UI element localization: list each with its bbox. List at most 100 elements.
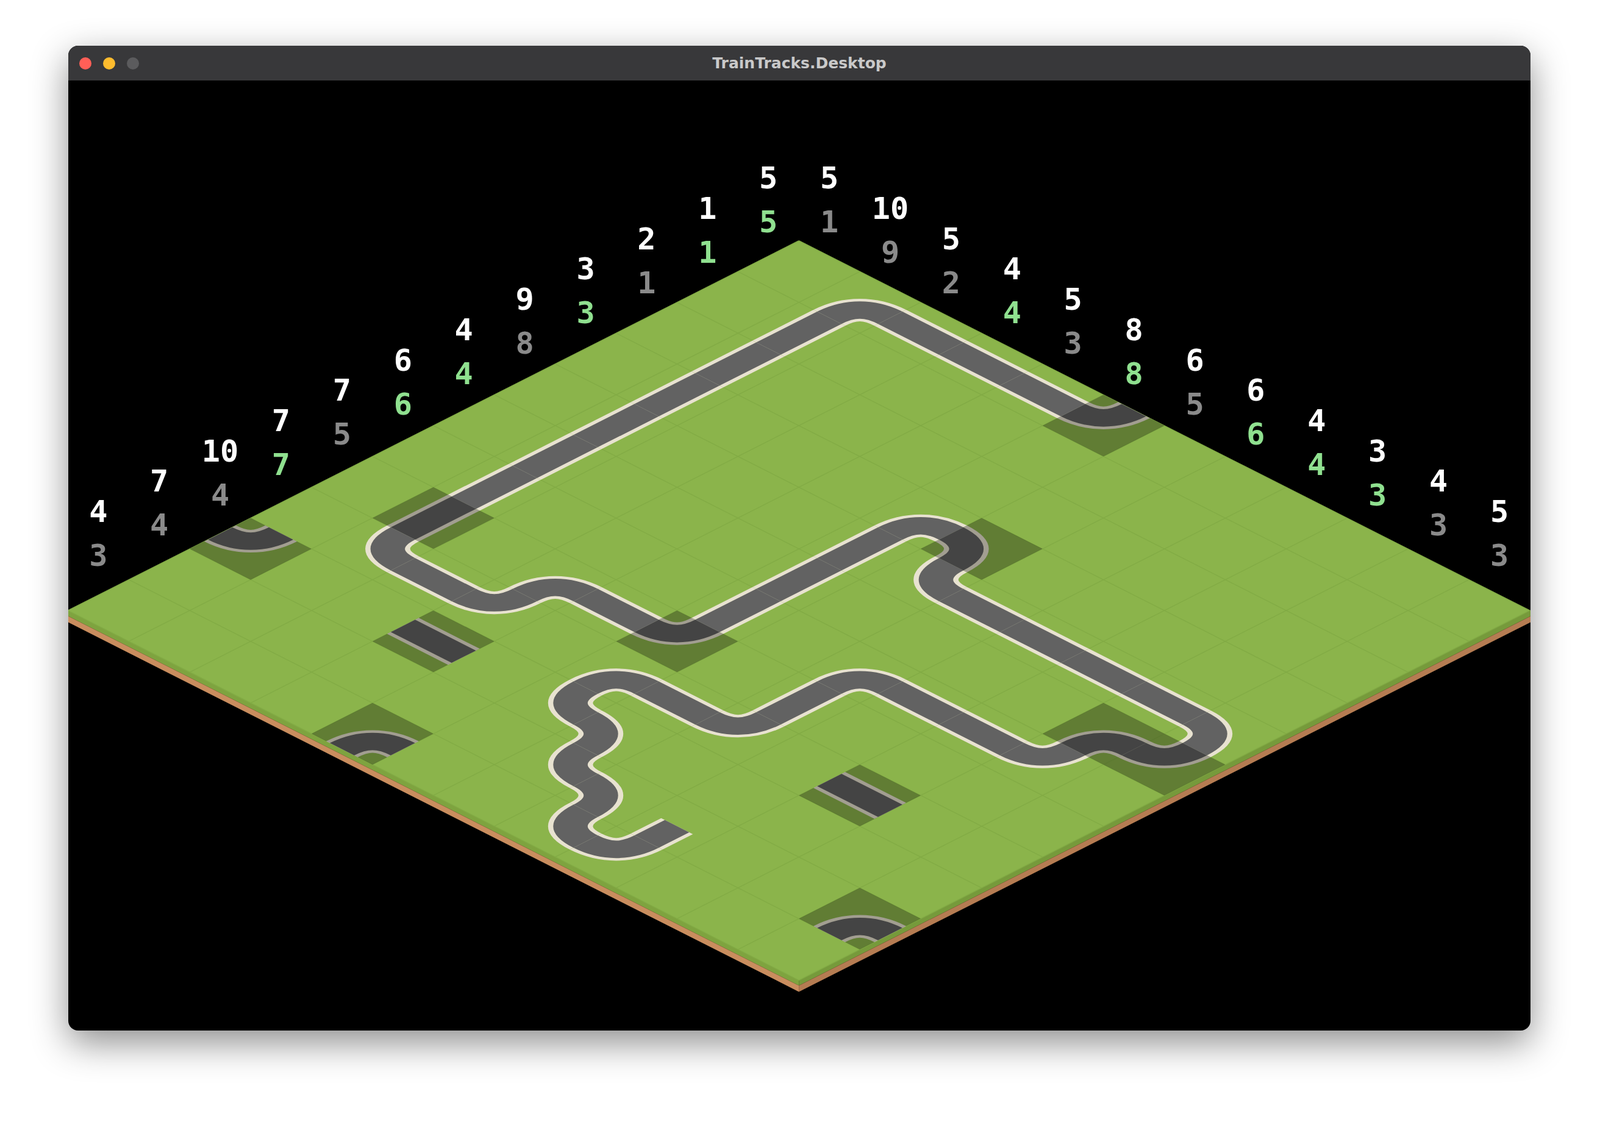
track-edge	[1012, 625, 1074, 657]
track-piece[interactable]	[525, 579, 586, 611]
track-edge	[1073, 656, 1135, 688]
clue-target: 8	[1125, 311, 1144, 348]
track-piece[interactable]	[525, 440, 586, 472]
clue-target: 5	[1490, 493, 1509, 530]
track-piece[interactable]	[768, 564, 830, 596]
clue-target: 4	[89, 493, 108, 530]
clue-target: 4	[1003, 251, 1022, 288]
clue-target: 7	[271, 402, 291, 439]
clue-count: 5	[332, 415, 352, 452]
clue-count: 6	[1246, 415, 1265, 452]
clue-count: 5	[1185, 385, 1204, 422]
track-edge	[707, 348, 769, 380]
clue-count: 3	[1429, 506, 1448, 543]
fixed-tile	[1042, 394, 1165, 457]
track-piece[interactable]	[951, 718, 1013, 750]
clue-count: 2	[942, 264, 961, 301]
clue-count: 3	[576, 294, 595, 331]
col-clue: 52	[942, 220, 961, 301]
track-piece[interactable]	[768, 317, 830, 349]
track-piece[interactable]	[555, 749, 617, 781]
zoom-button[interactable]	[126, 57, 140, 70]
track-piece[interactable]	[555, 779, 617, 811]
track-edge	[1012, 379, 1074, 411]
track-edge	[646, 826, 677, 842]
grid-line	[68, 240, 1530, 981]
clue-target: 5	[820, 159, 839, 196]
clue-count: 4	[1307, 446, 1326, 483]
track-piece[interactable]	[707, 348, 769, 380]
track-piece[interactable]	[646, 379, 708, 411]
grid-line	[68, 240, 1530, 981]
row-clue: 77	[271, 402, 291, 483]
col-clue: 53	[1064, 281, 1083, 361]
row-clue: 75	[332, 371, 352, 452]
row-clue: 66	[393, 342, 413, 422]
clue-count: 8	[1125, 355, 1144, 392]
track-edge	[646, 379, 708, 411]
track-piece[interactable]	[585, 826, 647, 858]
track-piece[interactable]	[829, 302, 891, 334]
row-clue: 55	[759, 159, 778, 240]
board-surface[interactable]	[68, 240, 1530, 981]
row-clue: 44	[454, 311, 474, 392]
fixed-tile	[920, 518, 1043, 580]
track-piece[interactable]	[707, 595, 769, 627]
grid-line	[68, 240, 1530, 981]
clue-target: 6	[1246, 371, 1265, 408]
track-piece[interactable]	[1073, 656, 1135, 688]
track-piece[interactable]	[829, 533, 891, 565]
grid-line	[68, 240, 1530, 981]
track-piece[interactable]	[585, 595, 647, 627]
board[interactable]	[68, 240, 1530, 981]
track-edge	[525, 440, 586, 472]
clue-count: 3	[1490, 537, 1509, 574]
clue-target: 2	[637, 220, 656, 257]
track-piece[interactable]	[646, 687, 708, 719]
track-piece[interactable]	[585, 410, 647, 442]
clue-target: 6	[393, 342, 413, 379]
col-clue: 44	[1307, 402, 1326, 483]
row-clue: 74	[150, 462, 169, 543]
track-piece[interactable]	[890, 317, 952, 349]
row-clue: 43	[89, 493, 108, 574]
track-piece[interactable]	[890, 687, 952, 719]
track-piece[interactable]	[951, 595, 1013, 627]
track-piece[interactable]	[1012, 625, 1074, 657]
track-piece[interactable]	[403, 564, 465, 596]
track-piece[interactable]	[1134, 687, 1196, 719]
track-piece[interactable]	[707, 703, 769, 735]
game-canvas[interactable]: 5511213398446675771047443511095244538865…	[68, 80, 1531, 1031]
close-button[interactable]	[79, 57, 92, 70]
row-clue: 98	[515, 281, 534, 361]
col-clue: 65	[1185, 342, 1204, 422]
track-piece[interactable]	[585, 671, 647, 704]
fixed-tile	[311, 703, 434, 765]
grid-line	[68, 240, 1530, 981]
clue-target: 4	[454, 311, 474, 348]
track-piece[interactable]	[464, 579, 525, 611]
track-edge	[1134, 687, 1196, 719]
clue-count: 7	[271, 446, 291, 483]
fixed-tile	[189, 518, 312, 580]
clue-count: 4	[1003, 294, 1022, 331]
track-piece[interactable]	[1012, 379, 1074, 411]
track-piece[interactable]	[555, 718, 617, 750]
minimize-button[interactable]	[103, 57, 116, 70]
col-clue: 109	[871, 190, 909, 271]
track-piece[interactable]	[951, 348, 1013, 380]
col-clue: 88	[1125, 311, 1144, 392]
track-edge	[768, 317, 830, 349]
track-piece[interactable]	[555, 810, 617, 843]
track-piece[interactable]	[768, 687, 830, 719]
track-piece[interactable]	[646, 826, 677, 842]
track-piece[interactable]	[555, 687, 617, 719]
track-edge	[768, 564, 830, 596]
clue-target: 5	[942, 220, 961, 257]
track-piece[interactable]	[464, 471, 525, 504]
desktop: TrainTracks.Desktop551121339844667577104…	[0, 0, 1600, 1122]
track-edge	[890, 317, 952, 349]
clue-target: 10	[871, 190, 909, 227]
track-piece[interactable]	[829, 671, 891, 704]
clue-count: 6	[393, 385, 413, 422]
